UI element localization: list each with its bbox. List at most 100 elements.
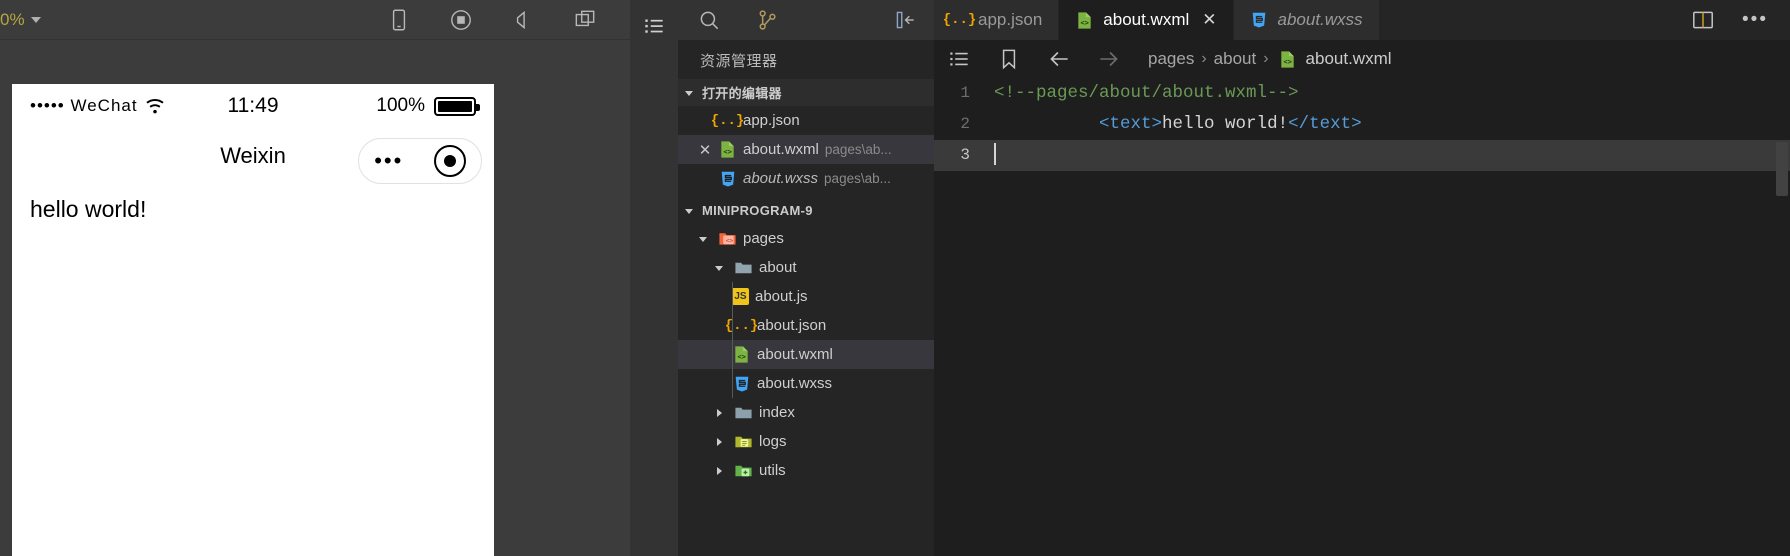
line-number: 2: [960, 115, 970, 133]
tree-item-label: about.wxml: [757, 346, 833, 363]
sidebar-header: [678, 0, 934, 40]
chevron-down-icon[interactable]: [698, 232, 712, 246]
simulator-pane: 0% ••••• WeChat 11:49 100% Weixin ••• he…: [0, 0, 630, 556]
chevron-right-icon[interactable]: [714, 464, 728, 478]
tree-item-utils[interactable]: utils: [678, 456, 934, 485]
wxml-icon: <>: [718, 140, 737, 159]
arrow-left-icon[interactable]: [1046, 46, 1072, 72]
bookmark-icon[interactable]: [996, 46, 1022, 72]
capsule-more-icon[interactable]: •••: [374, 148, 403, 174]
chevron-down-icon: [30, 16, 41, 23]
wxss-icon: [732, 374, 751, 393]
breadcrumb-segment-file[interactable]: about.wxml: [1306, 49, 1392, 69]
line-number: 1: [960, 84, 970, 102]
arrow-right-icon[interactable]: [1096, 46, 1122, 72]
battery-icon: [434, 96, 480, 116]
tree-item-label: index: [759, 404, 795, 421]
zoom-level-selector[interactable]: 0%: [0, 10, 41, 30]
tab-about-wxss[interactable]: about.wxss: [1233, 0, 1380, 40]
text-cursor: [994, 143, 996, 166]
tree-item-about-wxml[interactable]: <> about.wxml: [678, 340, 934, 369]
wechat-capsule[interactable]: •••: [358, 138, 482, 184]
code-open-tag: <text>: [1099, 114, 1163, 134]
tree-item-about-js[interactable]: JS about.js: [678, 282, 934, 311]
editor-scrollbar[interactable]: [1776, 142, 1788, 196]
tree-item-pages[interactable]: <> pages: [678, 224, 934, 253]
phone-page-text: hello world!: [30, 196, 147, 222]
wxml-icon: <>: [1075, 11, 1094, 30]
code-text: hello world!: [1162, 114, 1289, 134]
svg-text:<>: <>: [726, 237, 734, 244]
folder-icon: [734, 403, 753, 422]
phone-icon[interactable]: [386, 7, 412, 33]
open-editor-item[interactable]: ✕ <> about.wxml pages\ab...: [678, 135, 934, 164]
volume-icon[interactable]: [510, 7, 536, 33]
svg-text:<>: <>: [1081, 17, 1090, 26]
sidebar-search-icon[interactable]: [682, 7, 736, 33]
svg-text:<>: <>: [1283, 56, 1292, 65]
explorer-icon: [645, 19, 667, 33]
phone-nav-title: Weixin: [220, 143, 286, 168]
tree-item-label: about.json: [757, 317, 827, 334]
chevron-down-icon[interactable]: [714, 261, 728, 275]
tab-label: about.wxss: [1277, 10, 1363, 29]
open-editor-item[interactable]: {..} app.json: [678, 106, 934, 135]
more-actions-icon[interactable]: •••: [1742, 9, 1768, 31]
workspace-label: MINIPROGRAM-9: [702, 203, 813, 218]
outline-icon[interactable]: [946, 46, 972, 72]
chevron-right-icon[interactable]: [714, 435, 728, 449]
close-icon[interactable]: ✕: [698, 141, 712, 159]
tab-label: app.json: [978, 10, 1043, 29]
wxss-icon: [1250, 11, 1269, 30]
phone-page-content: hello world!: [12, 184, 494, 235]
line-number: 3: [960, 146, 970, 164]
battery-percent: 100%: [376, 95, 425, 116]
tree-item-label: logs: [759, 433, 787, 450]
open-editor-item[interactable]: about.wxss pages\ab...: [678, 164, 934, 193]
chevron-right-icon[interactable]: [714, 406, 728, 420]
chevron-down-icon: [684, 86, 698, 100]
activity-bar-item-explorer[interactable]: [630, 6, 678, 46]
tree-item-about-wxss[interactable]: about.wxss: [678, 369, 934, 398]
workspace-section-header[interactable]: MINIPROGRAM-9: [678, 197, 934, 224]
open-editor-name: about.wxss: [743, 170, 819, 187]
tree-item-about[interactable]: about: [678, 253, 934, 282]
editor-tab-actions: •••: [1668, 0, 1790, 40]
chevron-down-icon: [684, 204, 698, 218]
open-editors-section-header[interactable]: 打开的编辑器: [678, 79, 934, 106]
tree-item-about-json[interactable]: {..} about.json: [678, 311, 934, 340]
capsule-close-icon[interactable]: [433, 145, 466, 177]
simulator-toolbar: 0%: [0, 0, 630, 40]
phone-simulator: ••••• WeChat 11:49 100% Weixin ••• hello…: [12, 84, 494, 556]
phone-clock: 11:49: [227, 94, 279, 117]
open-editor-path: pages\ab...: [824, 171, 891, 186]
tab-about-wxml[interactable]: <> about.wxml ✕: [1059, 0, 1234, 40]
copy-window-icon[interactable]: [572, 7, 598, 33]
editor-tab-bar: {..} app.json <> about.wxml ✕ about.wxss…: [934, 0, 1790, 40]
folder-open-icon: [734, 258, 753, 277]
phone-nav-bar: Weixin •••: [12, 128, 494, 184]
json-icon: {..}: [942, 12, 977, 28]
breadcrumb-segment-pages[interactable]: pages: [1148, 49, 1194, 69]
split-editor-icon[interactable]: [1690, 7, 1716, 33]
close-icon[interactable]: ✕: [1202, 10, 1216, 30]
zoom-level-value: 0%: [0, 9, 25, 29]
open-editor-path: pages\ab...: [824, 142, 892, 157]
tab-app-json[interactable]: {..} app.json: [934, 0, 1060, 40]
record-icon[interactable]: [448, 7, 474, 33]
wxml-icon: <>: [1278, 50, 1297, 69]
code-close-tag: </text>: [1288, 114, 1362, 134]
code-editor[interactable]: 1 <!--pages/about/about.wxml--> 2 <text>…: [934, 78, 1790, 556]
activity-bar: [630, 0, 678, 556]
breadcrumb-segment-about[interactable]: about: [1214, 49, 1257, 69]
open-editor-name: about.wxml: [743, 141, 819, 158]
json-icon: {..}: [724, 317, 759, 334]
folder-special-icon: <>: [718, 229, 737, 248]
tree-item-index[interactable]: index: [678, 398, 934, 427]
tree-item-label: about: [759, 259, 797, 276]
tree-item-logs[interactable]: logs: [678, 427, 934, 456]
source-control-icon[interactable]: [740, 7, 794, 33]
sidebar-title: 资源管理器: [700, 53, 778, 70]
collapse-sidebar-icon[interactable]: [882, 7, 928, 33]
open-editor-name: app.json: [743, 112, 800, 129]
